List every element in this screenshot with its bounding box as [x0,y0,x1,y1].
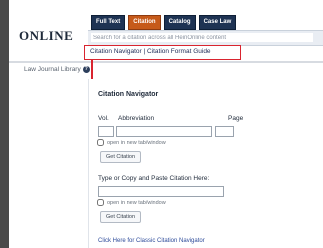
citation-navigator-heading: Citation Navigator [98,91,159,98]
vol-field[interactable] [98,126,114,137]
heinonline-logo: ONLINE [19,28,74,43]
open-new-tab-checkbox[interactable] [97,139,104,146]
law-journal-label-text: Law Journal Library [24,66,81,74]
open-new-tab-label-2: open in new tab/window [107,199,166,206]
tab-case-law[interactable]: Case Law [198,15,237,30]
citation-search-input[interactable] [91,33,313,42]
get-citation-button-2[interactable]: Get Citation [100,211,142,223]
open-new-tab-checkbox-row-2: open in new tab/window [97,199,166,206]
open-new-tab-checkbox-row: open in new tab/window [97,139,166,146]
open-new-tab-checkbox-2[interactable] [97,199,104,206]
search-bar [88,30,323,46]
tab-full-text[interactable]: Full Text [91,15,126,30]
header-divider [9,61,323,63]
page-field[interactable] [215,126,234,137]
abbreviation-label: Abbreviation [118,115,155,122]
vol-label: Vol. [98,115,109,122]
abbreviation-field[interactable] [116,126,212,137]
paste-citation-label: Type or Copy and Paste Citation Here: [98,175,210,182]
open-new-tab-label: open in new tab/window [107,139,166,146]
help-icon[interactable]: ? [82,66,90,73]
paste-citation-field[interactable] [98,186,224,197]
citation-links-highlight: Citation Navigator | Citation Format Gui… [84,45,241,60]
citation-links[interactable]: Citation Navigator | Citation Format Gui… [90,48,211,55]
left-edge-strip [0,0,9,248]
search-tabs: Full Text Citation Catalog Case Law [91,15,237,30]
tab-catalog[interactable]: Catalog [163,15,196,30]
classic-navigator-link[interactable]: Click Here for Classic Citation Navigato… [98,238,205,244]
law-journal-library-label[interactable]: Law Journal Library? [24,66,90,73]
get-citation-button[interactable]: Get Citation [100,151,142,163]
page-label: Page [228,115,244,122]
tab-citation[interactable]: Citation [128,15,161,30]
